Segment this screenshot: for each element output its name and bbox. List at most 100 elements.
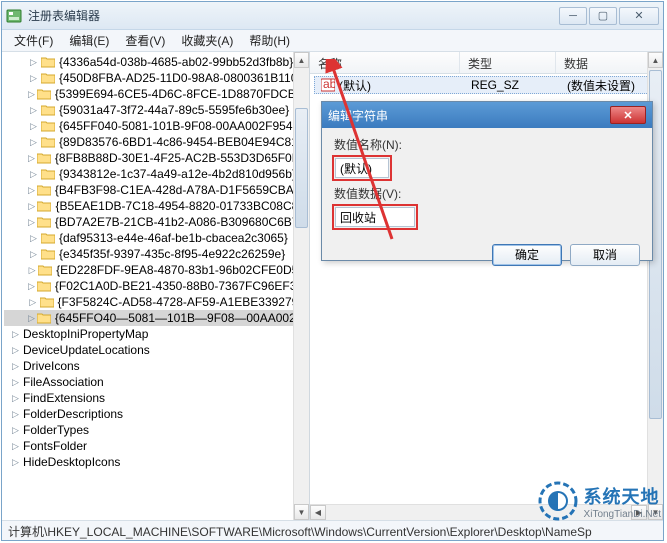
maximize-button[interactable]: ▢ — [589, 7, 617, 25]
expand-icon[interactable]: ▷ — [28, 73, 39, 84]
tree-item-label: {daf95313-e44e-46af-be1b-cbacea2c3065} — [59, 231, 288, 245]
tree-item-label: FindExtensions — [23, 391, 105, 405]
expand-icon[interactable]: ▷ — [28, 201, 35, 212]
tree-item[interactable]: ▷{BD7A2E7B-21CB-41b2-A086-B309680C6B7E} — [4, 214, 309, 230]
watermark-icon — [538, 481, 578, 521]
tree-item-label: {ED228FDF-9EA8-4870-83b1-96b02CFE0D52} — [56, 263, 309, 277]
tree-item[interactable]: ▷ {e345f35f-9397-435c-8f95-4e922c26259e} — [4, 246, 309, 262]
tree-item[interactable]: ▷FolderDescriptions — [4, 406, 309, 422]
edit-string-dialog: 编辑字符串 ✕ 数值名称(N): 数值数据(V): 确定 取消 — [321, 101, 653, 261]
scroll-up-icon[interactable]: ▲ — [648, 52, 663, 68]
close-button[interactable]: ✕ — [619, 7, 659, 25]
ok-button[interactable]: 确定 — [492, 244, 562, 266]
tree-item[interactable]: ▷FileAssociation — [4, 374, 309, 390]
expand-icon[interactable]: ▷ — [28, 185, 35, 196]
expand-icon[interactable]: ▷ — [10, 425, 21, 436]
value-row-default[interactable]: ab (默认) REG_SZ (数值未设置) — [314, 76, 659, 94]
expand-icon[interactable]: ▷ — [28, 297, 38, 308]
expand-icon[interactable]: ▷ — [28, 281, 35, 292]
titlebar[interactable]: 注册表编辑器 ─ ▢ ✕ — [2, 2, 663, 30]
expand-icon[interactable]: ▷ — [10, 377, 21, 388]
expand-icon[interactable]: ▷ — [10, 329, 21, 340]
tree-item[interactable]: ▷FolderTypes — [4, 422, 309, 438]
folder-icon — [41, 248, 55, 260]
folder-icon — [37, 216, 51, 228]
expand-icon[interactable]: ▷ — [28, 121, 39, 132]
expand-icon[interactable]: ▷ — [28, 169, 39, 180]
expand-icon[interactable]: ▷ — [28, 217, 35, 228]
tree-item[interactable]: ▷{450D8FBA-AD25-11D0-98A8-0800361B1103} — [4, 70, 309, 86]
statusbar: 计算机\HKEY_LOCAL_MACHINE\SOFTWARE\Microsof… — [2, 520, 663, 540]
tree-item[interactable]: ▷{645FF040-5081-101B-9F08-00AA002F954E} — [4, 118, 309, 134]
svg-text:ab: ab — [323, 78, 335, 91]
expand-icon[interactable]: ▷ — [28, 265, 36, 276]
tree-item-label: {F02C1A0D-BE21-4350-88B0-7367FC96EF3C} — [55, 279, 309, 293]
tree-item[interactable]: ▷HideDesktopIcons — [4, 454, 309, 470]
minimize-button[interactable]: ─ — [559, 7, 587, 25]
watermark-url: XiTongTianDi.Net — [584, 509, 661, 520]
expand-icon[interactable]: ▷ — [10, 441, 21, 452]
tree-scrollbar[interactable]: ▲ ▼ — [293, 52, 309, 520]
tree-item[interactable]: ▷{5399E694-6CE5-4D6C-8FCE-1D8870FDCBA0} — [4, 86, 309, 102]
tree-item[interactable]: ▷{8FB8B88D-30E1-4F25-AC2B-553D3D65F0EA} — [4, 150, 309, 166]
tree-item[interactable]: ▷ {daf95313-e44e-46af-be1b-cbacea2c3065} — [4, 230, 309, 246]
expand-icon[interactable]: ▷ — [28, 233, 39, 244]
expand-icon[interactable]: ▷ — [28, 153, 35, 164]
tree-pane[interactable]: ▷{4336a54d-038b-4685-ab02-99bb52d3fb8b}▷… — [2, 52, 310, 520]
expand-icon[interactable]: ▷ — [28, 137, 39, 148]
list-header[interactable]: 名称 类型 数据 — [310, 52, 663, 74]
tree-item[interactable]: ▷{89D83576-6BD1-4c86-9454-BEB04E94C819} — [4, 134, 309, 150]
expand-icon[interactable]: ▷ — [10, 345, 21, 356]
dialog-close-button[interactable]: ✕ — [610, 106, 646, 124]
expand-icon[interactable]: ▷ — [28, 57, 39, 68]
tree-item[interactable]: ▷{59031a47-3f72-44a7-89c5-5595fe6b30ee} — [4, 102, 309, 118]
folder-icon — [37, 88, 51, 100]
tree-item[interactable]: ▷{9343812e-1c37-4a49-a12e-4b2d810d956b} — [4, 166, 309, 182]
col-name[interactable]: 名称 — [310, 52, 460, 73]
tree-item[interactable]: ▷DriveIcons — [4, 358, 309, 374]
expand-icon[interactable]: ▷ — [10, 457, 21, 468]
folder-icon — [38, 264, 52, 276]
col-type[interactable]: 类型 — [460, 52, 556, 73]
tree-item[interactable]: ▷FontsFolder — [4, 438, 309, 454]
menu-edit[interactable]: 编辑(E) — [61, 30, 117, 51]
tree-item[interactable]: ▷{645FFO40—5081—101B—9F08—00AA002F954E} — [4, 310, 309, 326]
tree-item[interactable]: ▷DesktopIniPropertyMap — [4, 326, 309, 342]
expand-icon[interactable]: ▷ — [10, 409, 21, 420]
menu-help[interactable]: 帮助(H) — [241, 30, 298, 51]
tree-item-label: DriveIcons — [23, 359, 80, 373]
expand-icon[interactable]: ▷ — [28, 313, 35, 324]
tree-item[interactable]: ▷{B4FB3F98-C1EA-428d-A78A-D1F5659CBA93} — [4, 182, 309, 198]
watermark-title: 系统天地 — [584, 483, 661, 509]
scroll-left-icon[interactable]: ◀ — [310, 505, 326, 520]
tree-item[interactable]: ▷{B5EAE1DB-7C18-4954-8820-01733BC08C82} — [4, 198, 309, 214]
menu-favorites[interactable]: 收藏夹(A) — [173, 30, 241, 51]
tree-item-label: FolderDescriptions — [23, 407, 123, 421]
folder-icon — [37, 184, 51, 196]
tree-item-label: DesktopIniPropertyMap — [23, 327, 148, 341]
value-name-input[interactable] — [335, 158, 389, 178]
scroll-down-icon[interactable]: ▼ — [294, 504, 309, 520]
scroll-up-icon[interactable]: ▲ — [294, 52, 309, 68]
folder-icon — [41, 136, 55, 148]
value-data-label: 数值数据(V): — [334, 185, 640, 202]
menu-view[interactable]: 查看(V) — [117, 30, 173, 51]
tree-item[interactable]: ▷{4336a54d-038b-4685-ab02-99bb52d3fb8b} — [4, 54, 309, 70]
expand-icon[interactable]: ▷ — [28, 249, 39, 260]
expand-icon[interactable]: ▷ — [10, 393, 21, 404]
cancel-button[interactable]: 取消 — [570, 244, 640, 266]
tree-item[interactable]: ▷DeviceUpdateLocations — [4, 342, 309, 358]
expand-icon[interactable]: ▷ — [10, 361, 21, 372]
tree-item[interactable]: ▷ {F02C1A0D-BE21-4350-88B0-7367FC96EF3C} — [4, 278, 309, 294]
folder-icon — [41, 104, 55, 116]
tree-item[interactable]: ▷FindExtensions — [4, 390, 309, 406]
expand-icon[interactable]: ▷ — [28, 89, 35, 100]
tree-item-label: {e345f35f-9397-435c-8f95-4e922c26259e} — [59, 247, 285, 261]
dialog-titlebar[interactable]: 编辑字符串 ✕ — [322, 102, 652, 128]
tree-item[interactable]: ▷ {ED228FDF-9EA8-4870-83b1-96b02CFE0D52} — [4, 262, 309, 278]
tree-item[interactable]: ▷{F3F5824C-AD58-4728-AF59-A1EBE3392799} — [4, 294, 309, 310]
expand-icon[interactable]: ▷ — [28, 105, 39, 116]
scroll-thumb[interactable] — [295, 108, 308, 228]
menu-file[interactable]: 文件(F) — [6, 30, 61, 51]
value-data-input[interactable] — [335, 207, 415, 227]
